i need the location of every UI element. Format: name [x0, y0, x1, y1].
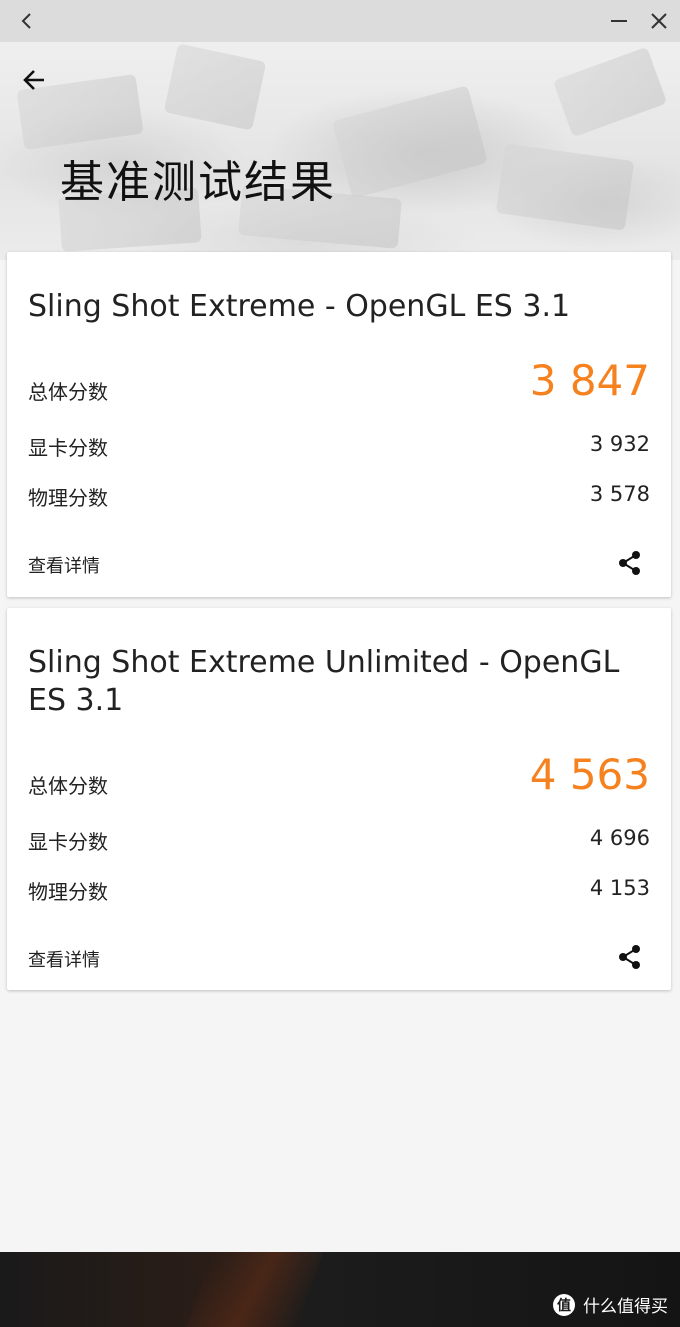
view-details-link[interactable]: 查看详情 [28, 552, 100, 578]
overall-score-value: 4 563 [529, 750, 650, 799]
background-rock [552, 46, 668, 138]
banner-decoration [186, 1252, 324, 1327]
close-button[interactable] [638, 0, 680, 42]
minimize-icon [611, 20, 627, 22]
close-icon [651, 13, 667, 29]
overall-score-value: 3 847 [529, 356, 650, 405]
benchmark-name: Sling Shot Extreme Unlimited - OpenGL ES… [28, 645, 620, 718]
window-title-bar [0, 0, 680, 42]
graphics-score-value: 3 932 [589, 432, 650, 456]
benchmark-name: Sling Shot Extreme - OpenGL ES 3.1 [28, 289, 571, 324]
physics-score-label: 物理分数 [28, 486, 108, 510]
result-card: Sling Shot Extreme Unlimited - OpenGL ES… [7, 608, 671, 990]
physics-score-value: 4 153 [589, 876, 650, 900]
overall-score-label: 总体分数 [28, 774, 108, 798]
chevron-left-icon [21, 13, 31, 29]
bottom-banner: 值 什么值得买 [0, 1252, 680, 1327]
page-title: 基准测试结果 [60, 157, 336, 208]
physics-score-value: 3 578 [589, 482, 650, 506]
share-icon [619, 551, 640, 575]
graphics-score-label: 显卡分数 [28, 830, 108, 854]
view-details-link[interactable]: 查看详情 [28, 946, 100, 972]
physics-score-label: 物理分数 [28, 880, 108, 904]
background-rock [163, 43, 267, 131]
background-rock [332, 85, 488, 199]
overall-score-label: 总体分数 [28, 380, 108, 404]
window-back-button[interactable] [6, 0, 48, 42]
minimize-button[interactable] [598, 0, 640, 42]
background-rock [495, 143, 635, 231]
share-icon [619, 945, 640, 969]
back-button[interactable] [14, 60, 54, 100]
graphics-score-value: 4 696 [589, 826, 650, 850]
arrow-left-icon [23, 70, 44, 90]
watermark-text: 什么值得买 [583, 1297, 668, 1317]
watermark-logo-icon: 值 [553, 1293, 575, 1316]
result-card: Sling Shot Extreme - OpenGL ES 3.1 总体分数 … [7, 252, 671, 597]
share-button[interactable] [615, 942, 645, 972]
graphics-score-label: 显卡分数 [28, 436, 108, 460]
watermark: 值 什么值得买 [553, 1292, 668, 1317]
share-button[interactable] [615, 548, 645, 578]
